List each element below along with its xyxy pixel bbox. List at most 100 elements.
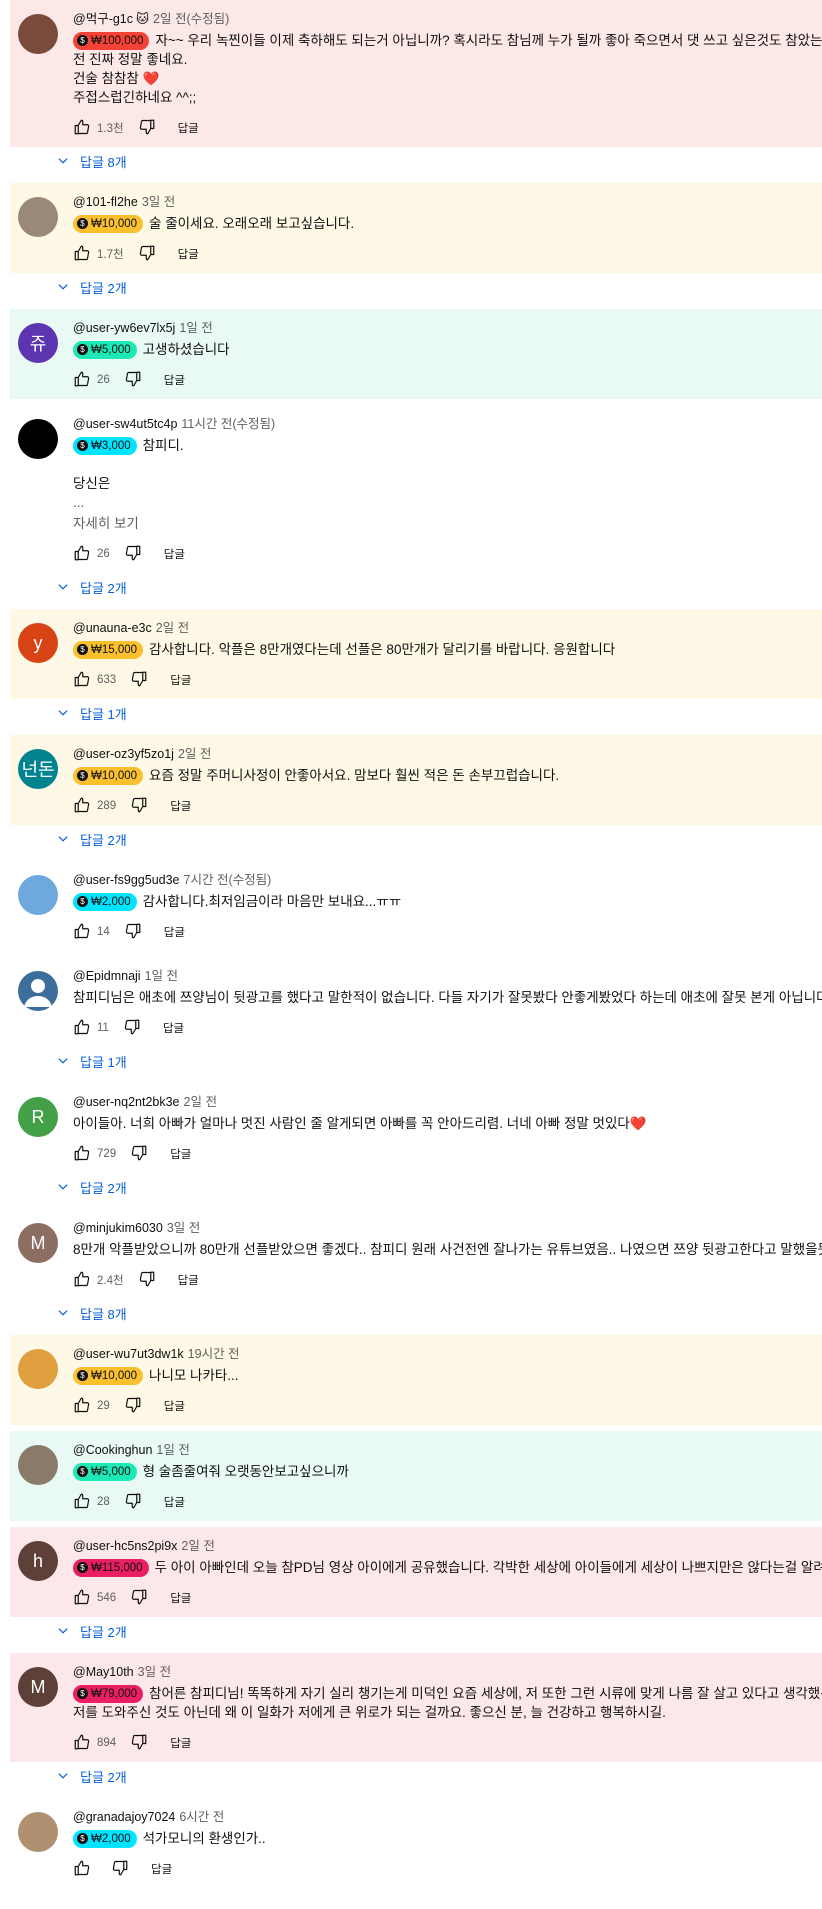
avatar[interactable] <box>18 419 58 459</box>
reply-button[interactable]: 답글 <box>164 372 185 388</box>
author-name[interactable]: @Epidmnaji <box>73 969 141 983</box>
dislike-icon[interactable] <box>138 118 156 139</box>
like-icon[interactable] <box>73 1588 91 1609</box>
author-name[interactable]: @user-wu7ut3dw1k <box>73 1347 184 1361</box>
like-icon[interactable] <box>73 922 91 943</box>
comment-time[interactable]: 11시간 전(수정됨) <box>181 417 275 431</box>
author-name[interactable]: @user-oz3yf5zo1j <box>73 747 174 761</box>
avatar[interactable] <box>18 971 58 1011</box>
reply-button[interactable]: 답글 <box>163 1020 184 1036</box>
author-name[interactable]: @101-fl2he <box>73 195 138 209</box>
reply-button[interactable]: 답글 <box>170 1146 191 1162</box>
like-icon[interactable] <box>73 1018 91 1039</box>
comment-time[interactable]: 19시간 전 <box>188 1347 240 1361</box>
avatar[interactable]: M <box>18 1667 58 1707</box>
author-name[interactable]: @user-yw6ev7lx5j <box>73 321 175 335</box>
reply-button[interactable]: 답글 <box>164 924 185 940</box>
reply-button[interactable]: 답글 <box>164 1494 185 1510</box>
view-replies-button[interactable]: 답글 2개 <box>56 1764 822 1788</box>
avatar[interactable]: R <box>18 1097 58 1137</box>
like-icon[interactable] <box>73 1859 91 1880</box>
avatar[interactable]: 쥬 <box>18 323 58 363</box>
like-icon[interactable] <box>73 544 91 565</box>
avatar[interactable] <box>18 14 58 54</box>
comment-time[interactable]: 6시간 전 <box>179 1810 224 1824</box>
reply-button[interactable]: 답글 <box>178 120 199 136</box>
comment-time[interactable]: 3일 전 <box>142 195 175 209</box>
dislike-icon[interactable] <box>124 1396 142 1417</box>
author-name[interactable]: @user-sw4ut5tc4p <box>73 417 177 431</box>
comment-time[interactable]: 2일 전 <box>156 621 189 635</box>
view-replies-button[interactable]: 답글 2개 <box>56 275 822 299</box>
reply-button[interactable]: 답글 <box>164 546 185 562</box>
reply-button[interactable]: 답글 <box>164 1398 185 1414</box>
avatar[interactable] <box>18 875 58 915</box>
view-replies-button[interactable]: 답글 2개 <box>56 1619 822 1643</box>
comment-time[interactable]: 2일 전(수정됨) <box>153 12 229 26</box>
comment-time[interactable]: 2일 전 <box>178 747 211 761</box>
like-icon[interactable] <box>73 1144 91 1165</box>
view-replies-button[interactable]: 답글 2개 <box>56 1175 822 1199</box>
author-name[interactable]: @user-fs9gg5ud3e <box>73 873 180 887</box>
reply-button[interactable]: 답글 <box>178 1272 199 1288</box>
author-name[interactable]: @먹구-g1c <box>73 12 133 26</box>
see-more-link[interactable]: 자세히 보기 <box>73 514 822 533</box>
comment-time[interactable]: 3일 전 <box>138 1665 171 1679</box>
comment-time[interactable]: 2일 전 <box>184 1095 217 1109</box>
like-icon[interactable] <box>73 1492 91 1513</box>
author-name[interactable]: @Cookinghun <box>73 1443 152 1457</box>
reply-button[interactable]: 답글 <box>151 1861 172 1877</box>
avatar[interactable]: 넌돈 <box>18 749 58 789</box>
comment-time[interactable]: 7시간 전(수정됨) <box>184 873 272 887</box>
dislike-icon[interactable] <box>124 544 142 565</box>
dislike-icon[interactable] <box>138 244 156 265</box>
dislike-icon[interactable] <box>130 1588 148 1609</box>
dislike-icon[interactable] <box>130 670 148 691</box>
like-icon[interactable] <box>73 1396 91 1417</box>
comment-time[interactable]: 2일 전 <box>181 1539 214 1553</box>
dislike-icon[interactable] <box>124 1492 142 1513</box>
dislike-icon[interactable] <box>124 922 142 943</box>
reply-button[interactable]: 답글 <box>170 1735 191 1751</box>
dislike-icon[interactable] <box>130 1733 148 1754</box>
view-replies-button[interactable]: 답글 1개 <box>56 701 822 725</box>
view-replies-button[interactable]: 답글 1개 <box>56 1049 822 1073</box>
comment-time[interactable]: 3일 전 <box>167 1221 200 1235</box>
view-replies-button[interactable]: 답글 8개 <box>56 1301 822 1325</box>
reply-button[interactable]: 답글 <box>170 672 191 688</box>
like-icon[interactable] <box>73 244 91 265</box>
dislike-icon[interactable] <box>130 1144 148 1165</box>
author-name[interactable]: @unauna-e3c <box>73 621 152 635</box>
avatar[interactable]: h <box>18 1541 58 1581</box>
author-name[interactable]: @user-nq2nt2bk3e <box>73 1095 180 1109</box>
like-icon[interactable] <box>73 1270 91 1291</box>
dislike-icon[interactable] <box>124 370 142 391</box>
author-name[interactable]: @granadajoy7024 <box>73 1810 175 1824</box>
comment-time[interactable]: 1일 전 <box>179 321 212 335</box>
dislike-icon[interactable] <box>123 1018 141 1039</box>
dislike-icon[interactable] <box>138 1270 156 1291</box>
author-name[interactable]: @minjukim6030 <box>73 1221 163 1235</box>
view-replies-button[interactable]: 답글 2개 <box>56 827 822 851</box>
reply-button[interactable]: 답글 <box>170 798 191 814</box>
view-replies-button[interactable]: 답글 8개 <box>56 149 822 173</box>
avatar[interactable] <box>18 197 58 237</box>
dislike-icon[interactable] <box>111 1859 129 1880</box>
like-icon[interactable] <box>73 118 91 139</box>
avatar[interactable]: M <box>18 1223 58 1263</box>
like-icon[interactable] <box>73 1733 91 1754</box>
author-name[interactable]: @user-hc5ns2pi9x <box>73 1539 177 1553</box>
dislike-icon[interactable] <box>130 796 148 817</box>
avatar[interactable] <box>18 1812 58 1852</box>
reply-button[interactable]: 답글 <box>178 246 199 262</box>
like-icon[interactable] <box>73 370 91 391</box>
like-icon[interactable] <box>73 670 91 691</box>
author-name[interactable]: @May10th <box>73 1665 134 1679</box>
avatar[interactable]: y <box>18 623 58 663</box>
comment-time[interactable]: 1일 전 <box>156 1443 189 1457</box>
reply-button[interactable]: 답글 <box>170 1590 191 1606</box>
comment-time[interactable]: 1일 전 <box>145 969 178 983</box>
avatar[interactable] <box>18 1445 58 1485</box>
like-icon[interactable] <box>73 796 91 817</box>
avatar[interactable] <box>18 1349 58 1389</box>
